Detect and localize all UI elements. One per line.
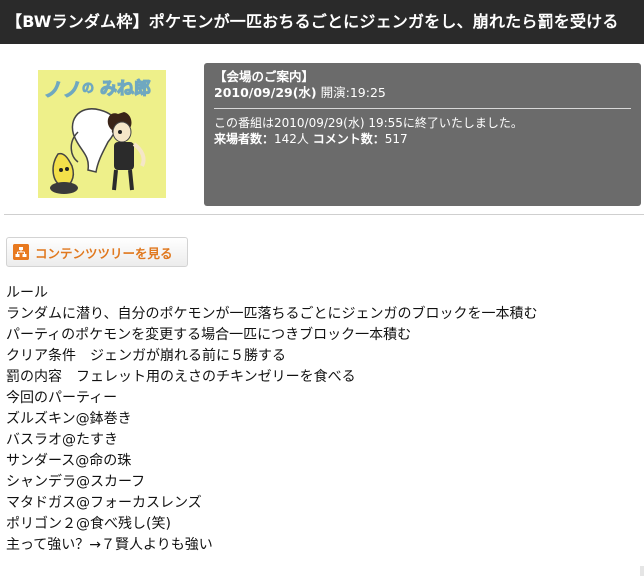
content-tree-button-label: コンテンツツリーを見る [35, 245, 173, 261]
description-line: 主って強い？→７賢人よりも強い [6, 537, 213, 553]
description-line: 罰の内容 フェレット用のえさのチキンゼリーを食べる [6, 369, 356, 385]
tree-icon-graphic [13, 244, 29, 260]
broadcast-date-value: 2010/09/29(水) [214, 85, 317, 100]
program-description: ルール ランダムに潜り、自分のポケモンが一匹落ちるごとにジェンガのブロックを一本… [6, 283, 636, 556]
description-line: パーティのポケモンを変更する場合一匹につきブロック一本積む [6, 327, 412, 343]
comments-label: コメント数： [312, 132, 385, 146]
tree-icon [13, 244, 29, 260]
scrollbar-corner[interactable] [640, 566, 644, 576]
broadcast-stats: 来場者数：142人 コメント数：517 [214, 131, 631, 147]
visitors-label: 来場者数： [214, 132, 275, 146]
comments-count: 517 [384, 132, 408, 146]
visitors-count: 142人 [274, 132, 309, 146]
program-thumbnail[interactable]: ノノ の みね郎 [38, 70, 166, 198]
info-divider [214, 108, 631, 109]
svg-text:ノノ: ノノ [44, 79, 82, 101]
section-divider [4, 214, 644, 215]
content-tree-button[interactable]: コンテンツツリーを見る [6, 237, 188, 267]
program-title: 【BWランダム枠】ポケモンが一匹おちるごとにジェンガをし、崩れたら罰を受ける [0, 0, 644, 44]
svg-text:みね郎: みね郎 [100, 78, 151, 99]
description-line: マタドガス@フォーカスレンズ [6, 495, 202, 511]
description-line: ルール [6, 285, 48, 301]
description-line: サンダース@命の珠 [6, 453, 132, 469]
description-line: ポリゴン２@食べ残し(笑) [6, 516, 171, 532]
venue-info-heading: 【会場のご案内】 [214, 69, 315, 84]
description-line: ズルズキン@鉢巻き [6, 411, 132, 427]
svg-text:の: の [82, 81, 94, 95]
venue-info-panel: 【会場のご案内】 2010/09/29(水) 開演:19:25 この番組は201… [204, 63, 641, 206]
description-line: ランダムに潜り、自分のポケモンが一匹落ちるごとにジェンガのブロックを一本積む [6, 306, 538, 322]
broadcast-ended-notice: この番組は2010/09/29(水) 19:55に終了いたしました。 [214, 116, 523, 130]
description-line: クリア条件 ジェンガが崩れる前に５勝する [6, 348, 286, 364]
broadcast-start-time: 開演:19:25 [316, 85, 386, 100]
broadcast-date: 2010/09/29(水) 開演:19:25 [214, 85, 631, 101]
description-line: 今回のパーティー [6, 390, 118, 406]
description-line: シャンデラ@スカーフ [6, 474, 146, 490]
description-line: バスラオ@たすき [6, 432, 118, 448]
thumbnail-illustration: ノノ の みね郎 [38, 70, 166, 198]
